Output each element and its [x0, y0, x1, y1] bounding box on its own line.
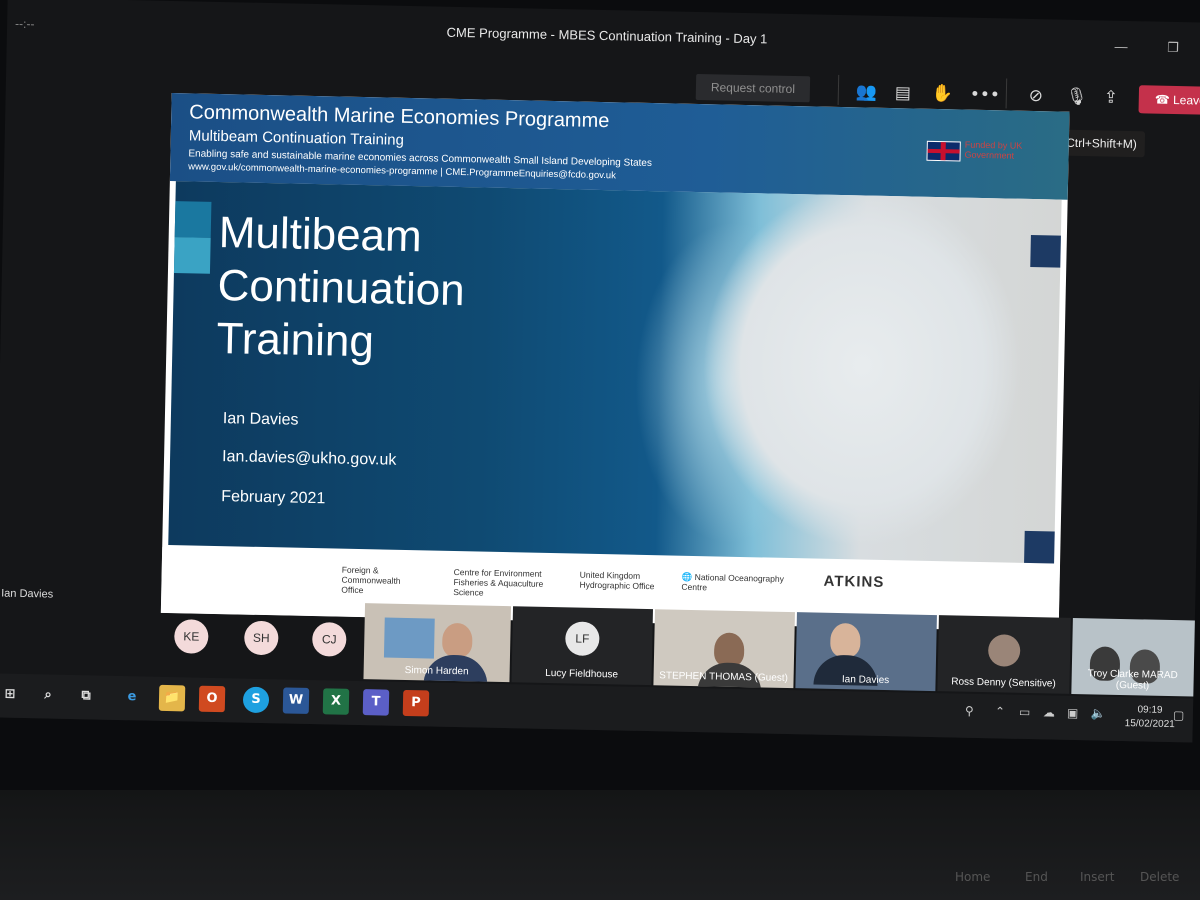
word-icon[interactable]: W [282, 687, 310, 714]
funded-by-label: Funded by UK Government [964, 139, 1023, 161]
participant-name: Ian Davies [841, 674, 890, 687]
people-icon[interactable]: 👥 [850, 77, 879, 106]
edge-icon[interactable]: e [119, 684, 146, 711]
chat-icon[interactable]: ▤ [889, 78, 918, 107]
slide-title-line: Continuation [217, 260, 466, 316]
notifications-icon[interactable]: ▢ [1173, 708, 1185, 722]
clock-date: 15/02/2021 [1124, 718, 1175, 731]
shared-slide: Commonwealth Marine Economies Programme … [160, 92, 1070, 632]
participant-name: Ross Denny (Sensitive) [951, 676, 1056, 690]
slide-title-line: Training [216, 313, 375, 367]
titlebar-left-mark: --:-- [14, 16, 35, 32]
participant-tile[interactable]: LF Lucy Fieldhouse [511, 606, 654, 686]
end-key: End [1025, 870, 1048, 884]
leave-label: Leave [1172, 92, 1200, 108]
atkins-logo: ATKINS [823, 572, 885, 591]
mic-muted-icon[interactable]: 🎙 [1060, 82, 1089, 111]
uk-flag-icon [926, 140, 961, 162]
participant-video-tile[interactable]: STEPHEN THOMAS (Guest) [653, 609, 795, 689]
toolbar-divider [837, 74, 840, 105]
laptop-screen: --:-- CME Programme - MBES Continuation … [0, 0, 1200, 743]
participant-name: Lucy Fieldhouse [545, 667, 619, 681]
raise-hand-icon[interactable]: ✋ [926, 79, 955, 108]
outlook-icon[interactable]: O [198, 685, 226, 713]
chevron-up-icon[interactable]: ⌃ [995, 704, 1005, 718]
decor-square [173, 237, 211, 274]
participant-name: Troy Clarke MARAD (Guest) [1087, 668, 1178, 692]
participant-name: Simon Harden [404, 664, 469, 678]
camera-off-icon[interactable]: ⊘ [1022, 81, 1051, 110]
cefas-logo: Centre for Environment Fisheries & Aquac… [453, 566, 544, 598]
ocean-hero-image: Multibeam Continuation Training Ian Davi… [168, 181, 1062, 564]
file-explorer-icon[interactable]: 📁 [158, 684, 186, 712]
noc-logo-text: National Oceanography Centre [681, 572, 785, 593]
window-controls[interactable]: — ❐ [1114, 21, 1197, 75]
participant-avatar: LF [565, 621, 600, 657]
participant-head [441, 622, 473, 658]
request-control-button[interactable]: Request control [695, 73, 811, 103]
participant-photo [987, 634, 1021, 667]
task-view-icon[interactable]: ⧉ [73, 683, 100, 710]
noc-logo: 🌐 National Oceanography Centre [681, 572, 791, 594]
window-title: CME Programme - MBES Continuation Traini… [446, 24, 768, 47]
taskbar-clock[interactable]: 09:19 15/02/2021 [1125, 703, 1176, 732]
phone-icon: ☎ [1154, 92, 1174, 107]
presenter-email: Ian.davies@ukho.gov.uk [221, 448, 397, 469]
insert-key: Insert [1080, 870, 1115, 884]
decor-square [1030, 234, 1061, 268]
wall-map [383, 617, 435, 659]
slide-header-subtitle: Multibeam Continuation Training [188, 127, 405, 149]
presentation-date: February 2021 [221, 488, 326, 508]
participant-video-tile[interactable]: Simon Harden [363, 603, 512, 683]
decor-square [174, 201, 212, 238]
participant-name: STEPHEN THOMAS (Guest) [659, 670, 789, 685]
clock-time: 09:19 [1137, 704, 1163, 716]
noc-globe-icon: 🌐 [681, 571, 695, 583]
excel-icon[interactable]: X [322, 688, 350, 715]
skype-icon[interactable]: S [242, 686, 270, 714]
onedrive-icon[interactable]: ☁ [1043, 705, 1055, 719]
start-icon[interactable]: ⊞ [0, 681, 23, 708]
more-options-button[interactable]: ••• [964, 80, 1001, 109]
search-icon[interactable]: ⌕ [35, 682, 62, 709]
participant-video-tile[interactable]: Ian Davies [795, 612, 937, 692]
participant-avatar[interactable]: SH [243, 620, 279, 656]
network-icon[interactable]: ▣ [1067, 706, 1079, 720]
volume-icon[interactable]: 🔈 [1091, 706, 1106, 720]
slide-title-line: Multibeam [218, 207, 423, 262]
ukho-logo: United Kingdom Hydrographic Office [579, 569, 655, 592]
home-key: Home [955, 870, 991, 884]
participant-head [830, 622, 861, 658]
share-tray-icon[interactable]: ⇪ [1097, 82, 1126, 111]
toolbar-divider [1005, 78, 1008, 109]
people-tray-icon[interactable]: ⚲ [965, 704, 974, 718]
participant-avatar[interactable]: KE [173, 619, 209, 654]
slide-title: Multibeam Continuation Training [216, 206, 579, 373]
laptop-keyboard: Home End Insert Delete [0, 790, 1200, 900]
delete-key: Delete [1140, 870, 1180, 884]
fcdo-logo: Foreign & Commonwealth Office [341, 564, 401, 596]
participant-avatar[interactable]: CJ [311, 622, 347, 657]
participant-tile[interactable]: Ross Denny (Sensitive) [937, 615, 1071, 694]
presenter-name: Ian Davies [222, 410, 299, 429]
battery-icon[interactable]: ▭ [1019, 705, 1031, 719]
participant-video-tile[interactable]: Troy Clarke MARAD (Guest) [1071, 617, 1195, 697]
teams-icon[interactable]: T [362, 689, 390, 716]
decor-square [1024, 530, 1055, 564]
leave-button[interactable]: ☎ Leave [1138, 85, 1200, 115]
powerpoint-icon[interactable]: P [402, 689, 430, 717]
